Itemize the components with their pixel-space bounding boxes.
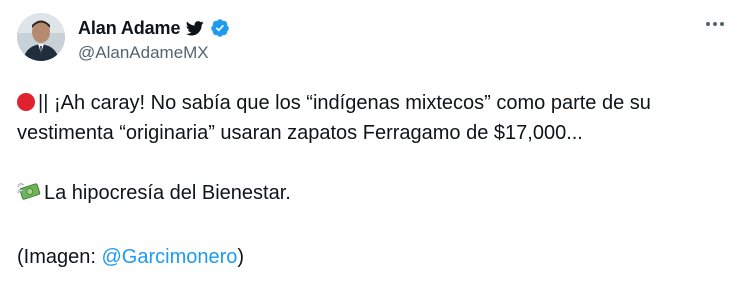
tweet-card[interactable]: Alan Adame @AlanAdameMX || ¡Ah caray! No…: [0, 0, 739, 281]
twitter-bird-icon: [186, 20, 205, 36]
tweet-line-3: La hipocresía del Bienestar.: [17, 178, 727, 212]
tweet-line-2: vestimenta “originaria” usaran zapatos F…: [17, 122, 583, 144]
tweet-text: || ¡Ah caray! No sabía que los “indígena…: [17, 88, 727, 272]
author-display-name[interactable]: Alan Adame: [78, 18, 180, 39]
avatar[interactable]: [17, 13, 65, 61]
tweet-line-4-suffix: ): [237, 246, 245, 268]
verified-badge-icon[interactable]: [210, 18, 230, 38]
tweet-line-1: || ¡Ah caray! No sabía que los “indígena…: [17, 88, 727, 118]
mention-link[interactable]: @Garcimonero: [101, 246, 237, 268]
tweet-line-3-text: La hipocresía del Bienestar.: [44, 182, 291, 204]
money-with-wings-emoji: [17, 181, 43, 212]
author-name-row: Alan Adame: [78, 17, 230, 39]
author-handle[interactable]: @AlanAdameMX: [78, 43, 209, 63]
tweet-line-4: (Imagen: @Garcimonero): [17, 242, 727, 272]
tweet-line-4-prefix: (Imagen:: [17, 246, 102, 268]
more-options-icon[interactable]: [706, 22, 724, 26]
tweet-line-1-text: || ¡Ah caray! No sabía que los “indígena…: [38, 92, 651, 114]
red-circle-emoji: [17, 93, 35, 111]
